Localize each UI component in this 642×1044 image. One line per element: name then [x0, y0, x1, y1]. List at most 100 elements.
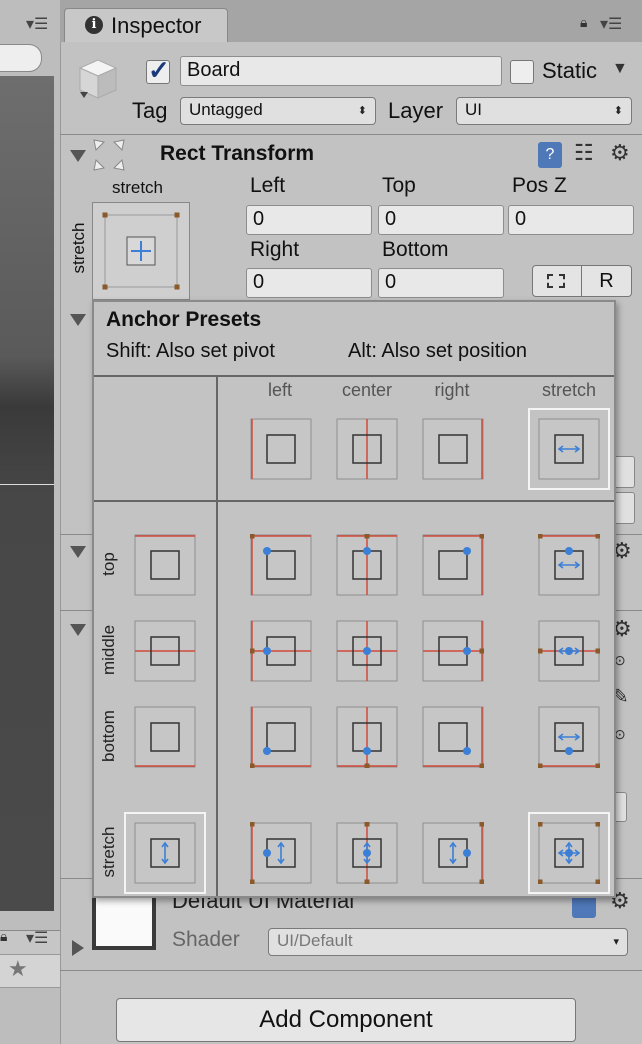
gear-icon[interactable]: ⚙ — [610, 142, 630, 164]
popup-title: Anchor Presets — [106, 308, 262, 331]
tag-dropdown[interactable]: Untagged ⬍ — [180, 97, 376, 125]
tab-inspector[interactable]: i Inspector — [64, 8, 228, 43]
preset-middle-stretch[interactable] — [537, 620, 601, 687]
star-icon[interactable]: ★ — [8, 956, 28, 982]
layer-label: Layer — [388, 98, 444, 123]
object-name-field[interactable]: Board — [180, 56, 502, 86]
foldout-arrow[interactable] — [70, 150, 86, 162]
popup-grid-divider-v — [216, 377, 218, 896]
foldout-arrow-material[interactable] — [72, 940, 84, 956]
material-preview — [92, 890, 156, 950]
tag-value: Untagged — [189, 100, 263, 119]
checkmark-icon: ✓ — [148, 55, 170, 85]
rect-transform-icon — [92, 138, 126, 172]
preset-row-bottom[interactable] — [134, 706, 196, 773]
popup-grid-divider-h1 — [94, 375, 614, 377]
foldout-arrow-2[interactable] — [70, 314, 86, 326]
blueprint-icon — [547, 274, 565, 288]
tab-inspector-label: Inspector — [111, 13, 202, 38]
popup-grid-divider-h2 — [94, 500, 614, 502]
shader-dropdown[interactable]: UI/Default ▾ — [268, 928, 628, 956]
col-label-right: right — [434, 380, 470, 400]
preset-middle-right[interactable] — [422, 620, 485, 687]
add-component-button[interactable]: Add Component — [116, 998, 576, 1042]
lock-icon[interactable]: 🔒︎ — [0, 928, 7, 945]
bottom-field[interactable]: 0 — [378, 268, 504, 298]
lock-icon-inspector[interactable]: 🔒︎ — [580, 14, 587, 31]
raw-edit-button[interactable]: R — [582, 265, 632, 297]
top-field[interactable]: 0 — [378, 205, 504, 235]
top-label: Top — [382, 174, 416, 197]
posz-field[interactable]: 0 — [508, 205, 634, 235]
col-label-stretch: stretch — [541, 380, 597, 400]
search-field[interactable] — [0, 44, 42, 72]
scene-view[interactable] — [0, 76, 54, 911]
bottom-label: Bottom — [382, 238, 449, 261]
preset-middle-center[interactable] — [336, 620, 398, 687]
updown-icon: ⬍ — [357, 105, 367, 117]
static-label: Static — [542, 58, 598, 83]
preset-bottom-right[interactable] — [422, 706, 485, 773]
preset-col-right[interactable] — [422, 418, 484, 485]
preset-stretch-center[interactable] — [336, 821, 398, 889]
posz-label: Pos Z — [512, 174, 567, 197]
dropdown-arrow-icon: ▾ — [613, 936, 619, 948]
component-title: Rect Transform — [160, 142, 315, 165]
anchor-h-label: stretch — [112, 178, 164, 197]
left-field[interactable]: 0 — [246, 205, 372, 235]
gameobject-cube-icon — [76, 58, 118, 102]
preset-col-center[interactable] — [336, 418, 398, 485]
row-label-stretch: stretch — [99, 826, 118, 878]
row-label-top: top — [99, 552, 118, 576]
preset-top-stretch[interactable] — [537, 533, 601, 601]
preset-bottom-stretch[interactable] — [537, 706, 601, 773]
preset-top-right[interactable] — [422, 533, 485, 601]
col-label-left: left — [267, 380, 292, 400]
active-checkbox[interactable]: ✓ — [146, 55, 170, 85]
static-checkbox[interactable] — [510, 60, 534, 84]
panel-menu-icon-inspector[interactable]: ▾☰ — [600, 14, 622, 34]
row-label-middle: middle — [99, 624, 118, 676]
scene-horizon-line — [0, 484, 54, 485]
right-field[interactable]: 0 — [246, 268, 372, 298]
preset-bottom-left[interactable] — [249, 706, 312, 773]
preset-col-left[interactable] — [250, 418, 312, 485]
preset-row-stretch[interactable] — [124, 812, 206, 894]
static-dropdown-icon[interactable]: ▼ — [612, 60, 628, 78]
layer-dropdown[interactable]: UI ⬍ — [456, 97, 632, 125]
col-label-center: center — [341, 380, 393, 400]
preset-stretch-left[interactable] — [249, 821, 312, 889]
row-label-bottom: bottom — [99, 710, 118, 762]
add-component-divider — [60, 970, 642, 971]
info-icon: i — [85, 16, 103, 34]
preset-bottom-center[interactable] — [336, 706, 398, 773]
preset-stretch-right[interactable] — [422, 821, 485, 889]
shader-label: Shader — [172, 928, 240, 951]
panel-menu-icon[interactable]: ▾☰ — [26, 14, 48, 34]
header-divider — [60, 134, 642, 135]
preset-row-middle[interactable] — [134, 620, 196, 687]
left-label: Left — [250, 174, 286, 197]
foldout-arrow-4[interactable] — [70, 624, 86, 636]
preset-stretch-stretch[interactable] — [528, 812, 610, 894]
panel-menu-icon-2[interactable]: ▾☰ — [26, 928, 48, 948]
preset-col-stretch[interactable] — [528, 408, 610, 490]
foldout-arrow-3[interactable] — [70, 546, 86, 558]
right-label: Right — [250, 238, 300, 261]
preset-top-left[interactable] — [249, 533, 312, 601]
scene-panel[interactable]: ▾☰ 🔒︎ ▾☰ ★ — [0, 0, 60, 1044]
popup-hint-shift: Shift: Also set pivot — [106, 340, 275, 362]
updown-icon: ⬍ — [613, 105, 623, 117]
anchor-v-label: stretch — [69, 222, 88, 274]
help-book-icon[interactable]: ? — [538, 142, 562, 168]
tag-label: Tag — [132, 98, 168, 123]
preset-top-center[interactable] — [336, 533, 398, 601]
layer-value: UI — [465, 100, 482, 119]
popup-hint-alt: Alt: Also set position — [348, 340, 527, 362]
shader-value: UI/Default — [277, 931, 353, 950]
preset-row-top[interactable] — [134, 534, 196, 601]
preset-middle-left[interactable] — [249, 620, 312, 687]
blueprint-button[interactable] — [532, 265, 582, 297]
presets-icon[interactable]: ☷ — [574, 140, 594, 166]
anchor-preset-button[interactable] — [92, 202, 190, 300]
